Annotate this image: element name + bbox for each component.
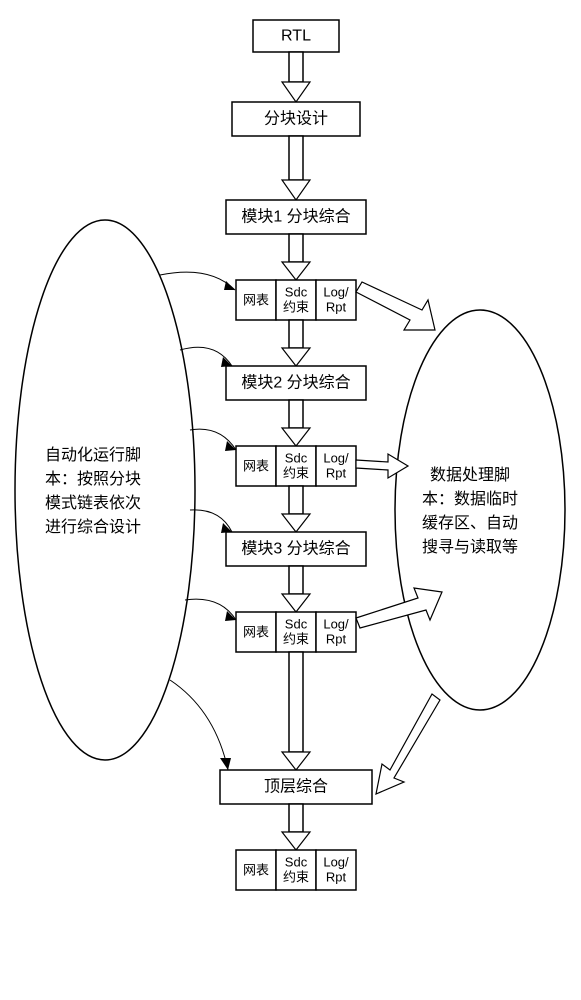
arrow-rtl-part bbox=[282, 52, 310, 102]
node-rtl-label: RTL bbox=[281, 28, 311, 45]
arrow-m1-r1 bbox=[282, 234, 310, 280]
left-ellipse-l1: 自动化运行脚 bbox=[45, 446, 141, 464]
cell-netlist: 网表 bbox=[243, 625, 269, 640]
node-rtl: RTL bbox=[253, 20, 339, 52]
cell-log-2: Rpt bbox=[326, 632, 347, 647]
cell-log-2: Rpt bbox=[326, 300, 347, 315]
left-ellipse-l2: 本：按照分块 bbox=[45, 470, 141, 488]
node-m1: 模块1 分块综合 bbox=[226, 200, 366, 234]
cell-log-2: Rpt bbox=[326, 870, 347, 885]
cell-log-1: Log/ bbox=[323, 617, 349, 632]
node-m2-label: 模块2 分块综合 bbox=[241, 374, 350, 392]
node-m3-label: 模块3 分块综合 bbox=[241, 540, 350, 558]
cell-netlist: 网表 bbox=[243, 863, 269, 878]
node-top: 顶层综合 bbox=[220, 770, 372, 804]
left-ellipse: 自动化运行脚 本：按照分块 模式链表依次 进行综合设计 bbox=[15, 220, 195, 760]
right-ellipse-l3: 缓存区、自动 bbox=[422, 514, 518, 532]
right-ellipse-l4: 搜寻与读取等 bbox=[422, 538, 518, 556]
left-ellipse-l4: 进行综合设计 bbox=[45, 518, 141, 536]
cell-netlist: 网表 bbox=[243, 293, 269, 308]
cell-sdc-2: 约束 bbox=[283, 870, 309, 885]
arrow-r1-right bbox=[356, 282, 435, 330]
right-ellipse-l2: 本：数据临时 bbox=[422, 490, 518, 508]
result-row-top: 网表 Sdc 约束 Log/ Rpt bbox=[236, 850, 356, 890]
node-part-label: 分块设计 bbox=[264, 110, 328, 128]
cell-sdc-1: Sdc bbox=[285, 285, 308, 300]
cell-sdc-1: Sdc bbox=[285, 451, 308, 466]
node-m2: 模块2 分块综合 bbox=[226, 366, 366, 400]
right-ellipse: 数据处理脚 本：数据临时 缓存区、自动 搜寻与读取等 bbox=[395, 310, 565, 710]
cell-sdc-1: Sdc bbox=[285, 617, 308, 632]
cell-netlist: 网表 bbox=[243, 459, 269, 474]
node-m1-label: 模块1 分块综合 bbox=[241, 208, 350, 226]
arrow-top-rtop bbox=[282, 804, 310, 850]
cell-log-2: Rpt bbox=[326, 466, 347, 481]
cell-sdc-2: 约束 bbox=[283, 300, 309, 315]
arrow-r2-m3 bbox=[282, 486, 310, 532]
left-ellipse-l3: 模式链表依次 bbox=[45, 494, 141, 512]
node-top-label: 顶层综合 bbox=[264, 778, 328, 796]
cell-sdc-1: Sdc bbox=[285, 855, 308, 870]
arrow-r3-top bbox=[282, 652, 310, 770]
node-m3: 模块3 分块综合 bbox=[226, 532, 366, 566]
cell-sdc-2: 约束 bbox=[283, 632, 309, 647]
cell-log-1: Log/ bbox=[323, 451, 349, 466]
arrow-right-top bbox=[376, 694, 440, 794]
node-part: 分块设计 bbox=[232, 102, 360, 136]
result-row-2: 网表 Sdc 约束 Log/ Rpt bbox=[236, 446, 356, 486]
result-row-3: 网表 Sdc 约束 Log/ Rpt bbox=[236, 612, 356, 652]
cell-log-1: Log/ bbox=[323, 855, 349, 870]
arrow-m2-r2 bbox=[282, 400, 310, 446]
result-row-1: 网表 Sdc 约束 Log/ Rpt bbox=[236, 280, 356, 320]
right-ellipse-l1: 数据处理脚 bbox=[430, 466, 510, 484]
arrow-r1-m2 bbox=[282, 320, 310, 366]
cell-log-1: Log/ bbox=[323, 285, 349, 300]
arrow-part-m1 bbox=[282, 136, 310, 200]
arrow-m3-r3 bbox=[282, 566, 310, 612]
cell-sdc-2: 约束 bbox=[283, 466, 309, 481]
